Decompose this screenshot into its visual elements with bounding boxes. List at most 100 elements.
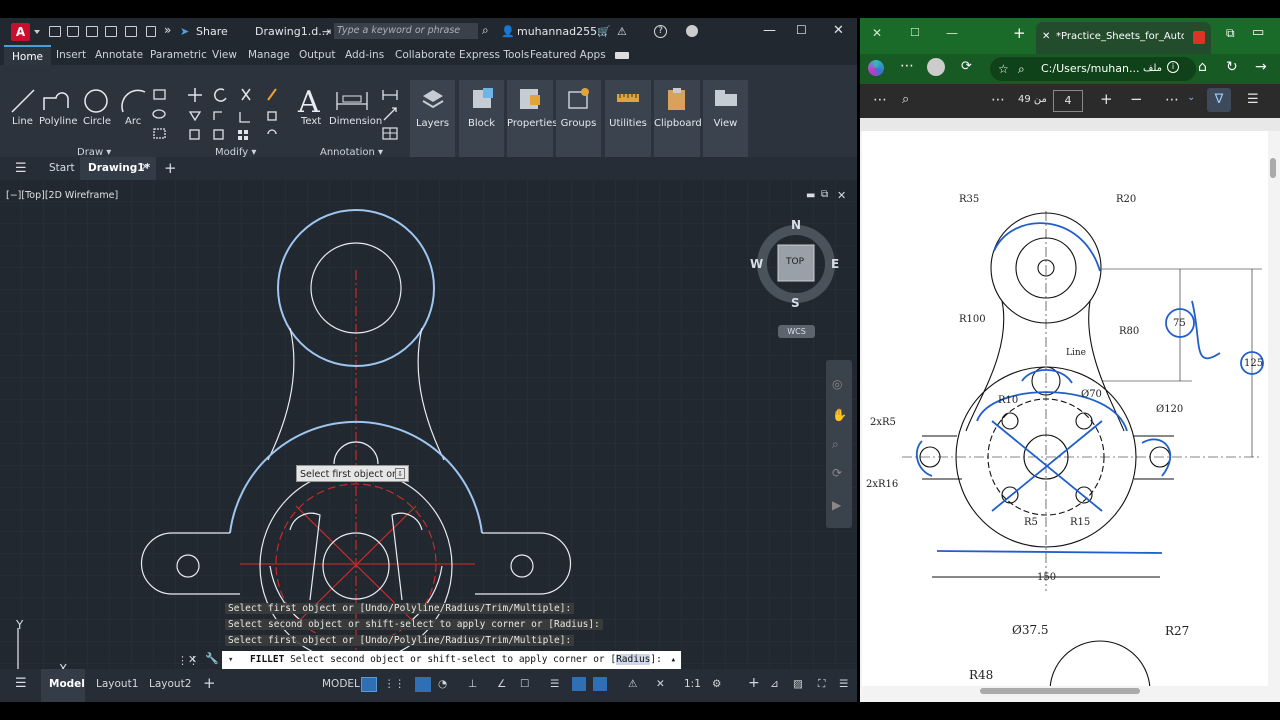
command-customize-icon[interactable]: 🔧 bbox=[205, 652, 219, 665]
tab-search-icon[interactable]: ⧉ bbox=[1226, 26, 1235, 41]
vertical-scrollbar[interactable] bbox=[1270, 158, 1276, 178]
viewport-restore-icon[interactable]: ⧉ bbox=[821, 189, 828, 200]
tab-close-icon[interactable]: ✕ bbox=[872, 26, 882, 40]
recent-commands-icon[interactable]: ▾ bbox=[228, 651, 233, 669]
app-menu-caret-icon[interactable] bbox=[34, 30, 40, 34]
print-icon[interactable] bbox=[125, 26, 137, 37]
object-snap-tracking-icon[interactable]: ∠ bbox=[497, 678, 506, 690]
user-icon[interactable]: 👤 bbox=[501, 25, 515, 38]
horizontal-scrollbar[interactable] bbox=[980, 688, 1140, 694]
command-history-toggle-icon[interactable]: ▴ bbox=[671, 651, 676, 669]
qat-more-icon[interactable]: » bbox=[164, 23, 171, 37]
line-button[interactable]: Line bbox=[12, 116, 33, 127]
arc-button[interactable]: Arc bbox=[125, 116, 141, 127]
annotation-scale[interactable]: 1:1 bbox=[684, 678, 701, 690]
lineweight-icon[interactable]: ☰ bbox=[550, 678, 559, 690]
zoom-out-icon[interactable]: − bbox=[1130, 90, 1143, 108]
wcs-menu[interactable]: WCS bbox=[778, 325, 815, 338]
search-icon[interactable]: ⌕ bbox=[482, 23, 489, 38]
page-number-input[interactable]: 4 bbox=[1053, 90, 1083, 112]
forward-icon[interactable]: → bbox=[1255, 59, 1267, 75]
annotation-small-tools[interactable] bbox=[380, 86, 402, 142]
refresh-icon[interactable]: ↻ bbox=[1226, 59, 1238, 75]
new-tab-button[interactable]: + bbox=[1013, 24, 1026, 42]
tab-layout2[interactable]: Layout2 bbox=[149, 678, 191, 690]
layout-menu-icon[interactable]: ☰ bbox=[15, 676, 27, 691]
pdf-tab[interactable]: ✕ *Practice_Sheets_for_AutoCAD... bbox=[1036, 22, 1211, 54]
tab-model-wrap[interactable]: Model bbox=[41, 669, 85, 702]
circle-button[interactable]: Circle bbox=[83, 116, 111, 127]
selection-cycling-icon[interactable] bbox=[593, 677, 607, 691]
model-space-toggle[interactable]: MODEL bbox=[322, 678, 360, 690]
share-icon[interactable]: ➤ bbox=[180, 25, 189, 38]
tab-model[interactable]: Model bbox=[49, 678, 85, 690]
clean-screen-icon[interactable]: ⛶ bbox=[818, 678, 825, 691]
close-tab-icon[interactable]: ✕ bbox=[141, 162, 149, 173]
ortho-toggle-icon[interactable] bbox=[415, 677, 431, 692]
groups-panel-button[interactable]: Groups bbox=[556, 80, 601, 158]
autocad-logo[interactable]: A bbox=[11, 23, 30, 41]
add-layout-icon[interactable]: + bbox=[203, 674, 216, 692]
hardware-accel-icon[interactable]: ▨ bbox=[793, 678, 803, 690]
viewport-close-icon[interactable]: ✕ bbox=[837, 189, 846, 202]
customization-icon[interactable]: ☰ bbox=[839, 678, 848, 690]
compass-east[interactable]: E bbox=[831, 257, 839, 271]
more-menu-icon[interactable]: ⋯ bbox=[900, 58, 914, 74]
draw-dropdown-icon[interactable]: ⌄ bbox=[1187, 92, 1195, 103]
tab-home[interactable]: Home bbox=[4, 45, 52, 65]
draw-small-tools[interactable] bbox=[150, 86, 180, 142]
compass-south[interactable]: S bbox=[791, 296, 800, 310]
tab-annotate[interactable]: Annotate bbox=[95, 49, 143, 61]
sign-in-icon[interactable] bbox=[686, 25, 698, 37]
tab-parametric[interactable]: Parametric bbox=[150, 49, 207, 61]
publish-icon[interactable] bbox=[146, 26, 156, 37]
compass-north[interactable]: N bbox=[791, 218, 801, 232]
autodesk-app-icon[interactable]: ⚠ bbox=[617, 25, 627, 38]
open-file-icon[interactable] bbox=[67, 26, 79, 37]
site-info-icon[interactable]: i bbox=[1167, 61, 1179, 73]
modify-tool-icons[interactable] bbox=[186, 86, 286, 142]
steering-wheel-icon[interactable]: ◎ bbox=[832, 377, 842, 391]
grid-toggle-icon[interactable] bbox=[361, 677, 377, 692]
viewport-controls-label[interactable]: [−][Top][2D Wireframe] bbox=[6, 190, 118, 201]
draw-pen-icon[interactable]: ∇ bbox=[1207, 88, 1231, 112]
utilities-panel-button[interactable]: Utilities bbox=[605, 80, 651, 158]
search-page-icon[interactable]: ⌕ bbox=[1018, 57, 1025, 81]
maximize-icon[interactable]: ☐ bbox=[796, 23, 807, 37]
menu-icon[interactable]: ☰ bbox=[15, 161, 27, 176]
save-as-icon[interactable] bbox=[105, 26, 117, 37]
viewcube-top[interactable]: TOP bbox=[786, 257, 804, 267]
search-expand-icon[interactable]: ⇥ bbox=[322, 25, 331, 38]
clipboard-panel-button[interactable]: Clipboard bbox=[654, 80, 702, 158]
command-line-input[interactable]: ▾ FILLET Select second object or shift-s… bbox=[222, 651, 681, 669]
pdf-page[interactable]: R35 R20 R100 R80 75 125 Line R10 Ø70 Ø12… bbox=[862, 131, 1268, 686]
pdf-more-icon[interactable]: ⋯ bbox=[873, 92, 887, 108]
isometric-icon[interactable]: ⊥ bbox=[468, 678, 477, 690]
pan-icon[interactable]: ✋ bbox=[832, 408, 847, 422]
command-option-radius[interactable]: Radius bbox=[616, 654, 651, 665]
showmotion-icon[interactable]: ▶ bbox=[832, 498, 841, 512]
pdf-find-icon[interactable]: ⌕ bbox=[902, 92, 909, 107]
user-account-button[interactable]: muhannad255... bbox=[517, 25, 608, 38]
annotation-visibility-icon[interactable]: ⚠ bbox=[628, 678, 637, 690]
tab-actions-icon[interactable]: ☐ bbox=[910, 26, 920, 39]
units-icon[interactable]: ⊿ bbox=[770, 678, 779, 690]
tab-addins[interactable]: Add-ins bbox=[345, 49, 384, 61]
tab-drawing1[interactable]: Drawing1* ✕ bbox=[80, 157, 156, 180]
zoom-icon[interactable]: ⌕ bbox=[832, 437, 839, 452]
cart-icon[interactable]: 🛒 bbox=[597, 25, 611, 38]
tab-start[interactable]: Start bbox=[49, 162, 75, 174]
pdf-tab-close-icon[interactable]: ✕ bbox=[1042, 22, 1050, 52]
viewport-minimize-icon[interactable]: ▬ bbox=[806, 190, 815, 201]
share-button[interactable]: Share bbox=[196, 25, 228, 38]
help-icon[interactable]: ? bbox=[654, 25, 667, 38]
url-field[interactable]: ☆ ⌕ C:/Users/muhan... bbox=[990, 57, 1196, 81]
tab-manage[interactable]: Manage bbox=[248, 49, 290, 61]
pdf-tools-more-icon[interactable]: ⋯ bbox=[1165, 92, 1179, 108]
zoom-in-icon[interactable]: + bbox=[1100, 90, 1113, 108]
annotation-monitor-icon[interactable]: + bbox=[748, 675, 760, 691]
object-snap-icon[interactable]: ☐ bbox=[520, 678, 529, 690]
pdf-options-icon[interactable]: ⋯ bbox=[991, 92, 1005, 108]
search-input[interactable]: Type a keyword or phrase bbox=[334, 23, 478, 39]
tab-express-tools[interactable]: Express Tools bbox=[459, 49, 529, 61]
